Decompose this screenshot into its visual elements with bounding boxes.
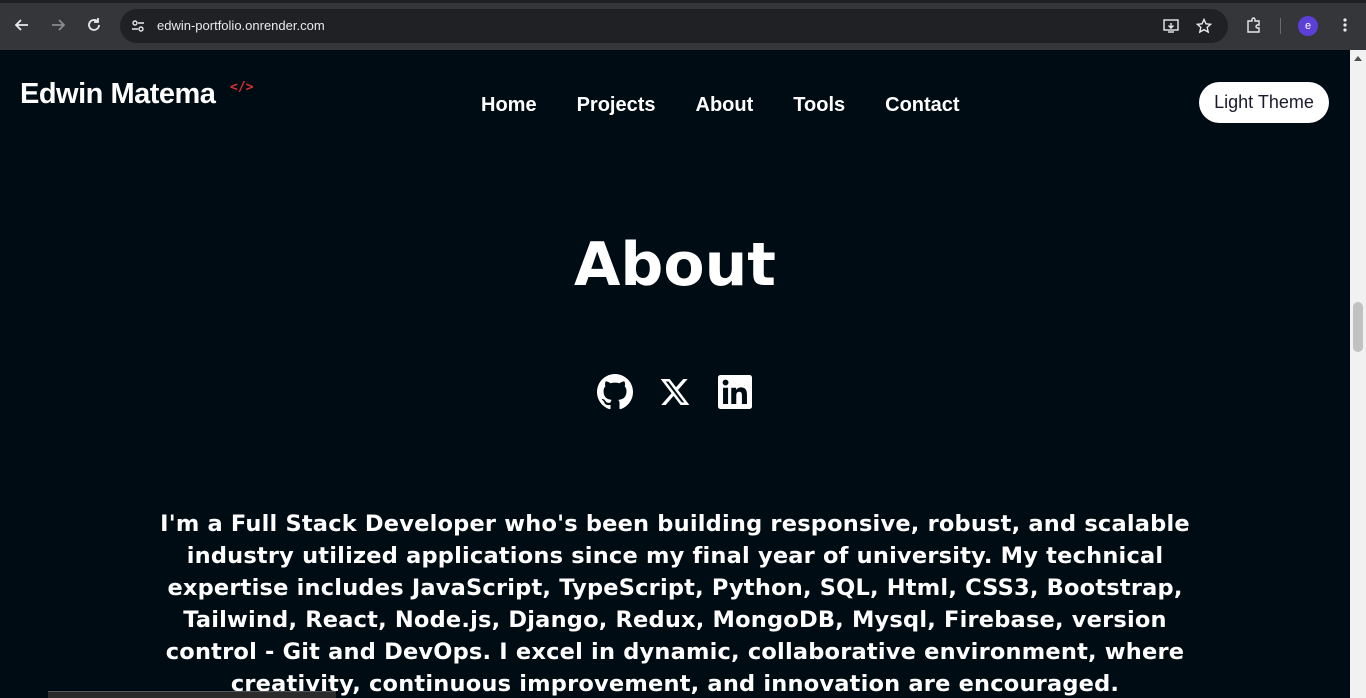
nav-about[interactable]: About bbox=[696, 94, 754, 117]
more-menu-icon[interactable] bbox=[1334, 14, 1356, 36]
section-title: About bbox=[573, 230, 776, 300]
page-viewport: Edwin Matema </> Home Projects About Too… bbox=[0, 50, 1350, 698]
extensions-icon[interactable] bbox=[1243, 14, 1265, 36]
forward-icon[interactable] bbox=[47, 14, 69, 36]
site-logo[interactable]: Edwin Matema bbox=[20, 78, 216, 111]
install-app-icon[interactable] bbox=[1161, 16, 1181, 36]
url-text[interactable]: edwin-portfolio.onrender.com bbox=[157, 18, 325, 33]
nav-home[interactable]: Home bbox=[481, 94, 537, 117]
site-info-icon[interactable] bbox=[128, 16, 148, 36]
theme-toggle-button[interactable]: Light Theme bbox=[1199, 82, 1329, 123]
social-links bbox=[597, 374, 753, 410]
x-icon[interactable] bbox=[657, 374, 693, 410]
reload-icon[interactable] bbox=[83, 14, 105, 36]
about-bio: I'm a Full Stack Developer who's been bu… bbox=[160, 511, 1190, 697]
address-bar[interactable]: edwin-portfolio.onrender.com bbox=[120, 9, 1228, 43]
linkedin-icon[interactable] bbox=[717, 374, 753, 410]
toolbar-divider bbox=[1280, 18, 1281, 34]
nav-tools[interactable]: Tools bbox=[793, 94, 845, 117]
browser-toolbar: edwin-portfolio.onrender.com e bbox=[0, 0, 1366, 50]
bookmark-star-icon[interactable] bbox=[1194, 16, 1214, 36]
tab-strip-edge bbox=[0, 0, 1366, 3]
scrollbar-thumb[interactable] bbox=[1353, 302, 1363, 352]
nav-contact[interactable]: Contact bbox=[885, 94, 959, 117]
profile-avatar[interactable]: e bbox=[1298, 16, 1318, 36]
scroll-up-icon[interactable] bbox=[1354, 56, 1362, 61]
back-icon[interactable] bbox=[11, 14, 33, 36]
github-icon[interactable] bbox=[597, 374, 633, 410]
nav-projects[interactable]: Projects bbox=[577, 94, 656, 117]
logo-code-mark: </> bbox=[230, 80, 254, 95]
taskbar-edge bbox=[48, 691, 336, 698]
page-scrollbar[interactable] bbox=[1350, 50, 1366, 698]
main-nav: Home Projects About Tools Contact bbox=[481, 94, 960, 117]
